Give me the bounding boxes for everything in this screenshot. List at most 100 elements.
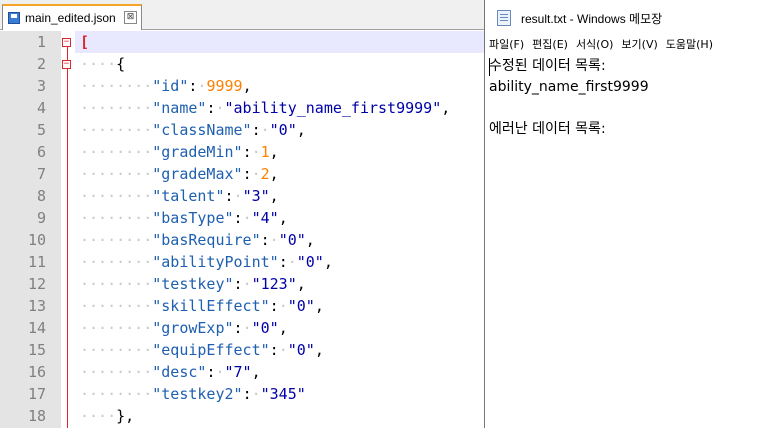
space-dot: · (215, 363, 225, 381)
json-value: "123" (251, 275, 297, 293)
indent-dots: ········ (80, 209, 153, 227)
code-line: ········"growExp":·"0", (80, 317, 288, 339)
line-number: 10 (27, 231, 46, 249)
indent-dots: ········ (80, 319, 153, 337)
json-key: "name" (152, 99, 207, 117)
json-value: "7" (224, 363, 252, 381)
space-dot: · (251, 385, 261, 403)
menu-view[interactable]: 보기(V) (617, 36, 661, 56)
json-key: "gradeMin" (152, 143, 243, 161)
code-line: ········"testkey":·"123", (80, 273, 306, 295)
code-line: [ (80, 31, 89, 53)
line-number: 13 (27, 297, 46, 315)
space-dot: · (242, 319, 252, 337)
code-editor[interactable]: − − 1 2 3 4 5 6 7 8 9 10 11 12 13 14 15 16 17 18[····{···… (0, 31, 484, 428)
line-number: 11 (27, 253, 46, 271)
json-key: "basRequire" (152, 231, 261, 249)
colon: : (269, 297, 279, 315)
indent-dots: ········ (80, 341, 153, 359)
indent-dots: ········ (80, 143, 153, 161)
colon: : (242, 385, 252, 403)
code-line: ····{ (80, 53, 125, 75)
code-line: ········"name":·"ability_name_first9999"… (80, 97, 450, 119)
line-number: 17 (27, 385, 46, 403)
tab-bar: main_edited.json ⊠ (0, 0, 484, 30)
indent-dots: ········ (80, 165, 153, 183)
title-bar: result.txt - Windows 메모장 (485, 0, 783, 36)
json-value: "0" (287, 341, 315, 359)
line-number: 5 (36, 121, 46, 139)
line-number: 18 (27, 407, 46, 425)
fold-toggle-icon[interactable]: − (62, 60, 71, 69)
indent-dots: ········ (80, 187, 153, 205)
colon: : (260, 231, 270, 249)
space-dot: · (269, 231, 279, 249)
colon: : (242, 143, 252, 161)
tab-main-edited-json[interactable]: main_edited.json ⊠ (2, 4, 142, 30)
json-value: "3" (242, 187, 270, 205)
current-line-highlight (75, 31, 484, 53)
json-key: "growExp" (152, 319, 234, 337)
fold-guide (67, 45, 68, 428)
notepadpp-window: main_edited.json ⊠ − − 1 2 3 4 5 6 7 8 9 10 11 12 13… (0, 0, 484, 428)
code-line: ········"abilityPoint":·"0", (80, 251, 333, 273)
fold-toggle-icon[interactable]: − (62, 38, 71, 47)
comma: , (296, 275, 306, 293)
code-line: ········"className":·"0", (80, 119, 306, 141)
code-line: ········"testkey2":·"345" (80, 383, 306, 405)
menu-edit[interactable]: 편집(E) (528, 36, 572, 56)
json-key: "skillEffect" (152, 297, 270, 315)
open-brace: { (116, 55, 126, 73)
indent-dots: ········ (80, 253, 153, 271)
notepad-icon (497, 10, 511, 26)
comma: , (242, 77, 252, 95)
json-value: "0" (287, 297, 315, 315)
menu-file[interactable]: 파일(F) (485, 36, 528, 56)
indent-dots: ········ (80, 77, 153, 95)
comma: , (278, 209, 288, 227)
colon: : (242, 165, 252, 183)
line-number: 15 (27, 341, 46, 359)
tab-label: main_edited.json (25, 11, 116, 25)
space-dot: · (215, 99, 225, 117)
comma: , (251, 363, 261, 381)
line-number: 12 (27, 275, 46, 293)
comma: , (269, 165, 279, 183)
comma: , (269, 187, 279, 205)
notepad-window: result.txt - Windows 메모장 파일(F) 편집(E) 서식(… (484, 0, 783, 428)
close-tab-icon[interactable]: ⊠ (124, 11, 137, 24)
line-number: 2 (36, 55, 46, 73)
menu-format[interactable]: 서식(O) (572, 36, 617, 56)
menu-help[interactable]: 도움말(H) (662, 36, 717, 56)
space-dot: · (251, 143, 261, 161)
indent-dots: ········ (80, 363, 153, 381)
space-dot: · (278, 341, 288, 359)
code-line: ········"desc":·"7", (80, 361, 261, 383)
colon: : (269, 341, 279, 359)
code-line: ········"talent":·"3", (80, 185, 279, 207)
json-value: "4" (251, 209, 279, 227)
space-dot: · (260, 121, 270, 139)
indent-dots: ········ (80, 275, 153, 293)
space-dot: · (233, 187, 243, 205)
code-line: ········"id":·9999, (80, 75, 252, 97)
line-number: 16 (27, 363, 46, 381)
indent-dots: ········ (80, 231, 153, 249)
comma: , (441, 99, 451, 117)
fold-margin (61, 31, 75, 428)
comma: , (323, 253, 333, 271)
space-dot: · (278, 297, 288, 315)
json-value: "ability_name_first9999" (224, 99, 442, 117)
text-area[interactable]: 수정된 데이터 목록: ability_name_first9999 에러난 데… (489, 56, 779, 426)
line-number: 8 (36, 187, 46, 205)
json-key: "testkey" (152, 275, 234, 293)
colon: : (233, 275, 243, 293)
indent-dots: ···· (80, 407, 117, 425)
saved-file-icon (8, 12, 20, 24)
colon: : (233, 319, 243, 337)
space-dot: · (251, 165, 261, 183)
indent-dots: ···· (80, 55, 117, 73)
code-line: ····}, (80, 405, 134, 427)
code-line: ········"gradeMin":·1, (80, 141, 279, 163)
line-number: 1 (36, 33, 46, 51)
